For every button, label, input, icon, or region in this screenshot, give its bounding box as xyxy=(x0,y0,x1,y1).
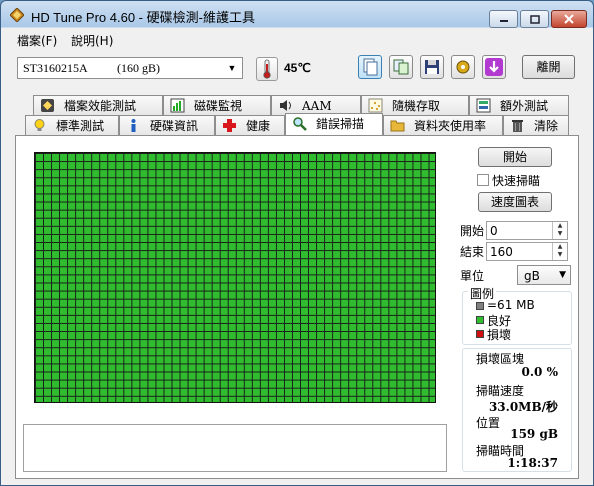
end-value: 160 xyxy=(490,245,513,259)
tab-label: 標準測試 xyxy=(56,119,105,133)
close-button[interactable] xyxy=(551,10,587,28)
scan-block-map xyxy=(34,152,436,403)
minimize-icon xyxy=(499,20,508,22)
close-icon xyxy=(564,14,574,24)
app-logo-icon xyxy=(10,8,24,22)
copy-screenshot-button[interactable] xyxy=(389,55,413,79)
chevron-down-icon: ▼ xyxy=(227,63,237,73)
good-swatch xyxy=(476,316,484,324)
tab-label: 檔案效能測試 xyxy=(64,99,137,113)
spin-arrows-icon[interactable]: ▲ ▼ xyxy=(552,243,567,260)
trash-icon xyxy=(512,120,523,132)
tab-label: 清除 xyxy=(534,119,559,133)
speed-map-button[interactable]: 速度圖表 xyxy=(478,192,552,212)
start-value: 0 xyxy=(490,224,498,238)
tab-disk-monitor[interactable]: 磁碟監視 xyxy=(163,95,271,115)
tab-error-scan[interactable]: 錯誤掃描 xyxy=(285,113,383,135)
tab-label: 錯誤掃描 xyxy=(316,117,365,131)
time-value: 1:18:37 xyxy=(507,456,558,470)
tab-health[interactable]: 健康 xyxy=(215,115,285,135)
lightbulb-icon xyxy=(34,119,45,131)
drive-select-value: ST3160215A (160 gB) xyxy=(23,61,161,75)
tab-label: 健康 xyxy=(246,119,271,133)
tab-folder-usage[interactable]: 資料夾使用率 xyxy=(383,115,503,135)
tab-label: 資料夾使用率 xyxy=(414,119,487,133)
random-access-icon xyxy=(368,98,383,113)
extra-tests-icon xyxy=(476,98,491,113)
legend-block-size: =61 MB xyxy=(487,298,535,312)
disk-monitor-icon xyxy=(170,98,185,113)
end-label: 結束 xyxy=(460,245,485,259)
chevron-down-icon: ▼ xyxy=(559,270,566,280)
unit-value: gB xyxy=(524,269,540,283)
save-button[interactable] xyxy=(420,55,444,79)
tab-random-access[interactable]: 隨機存取 xyxy=(361,95,469,115)
position-value: 159 gB xyxy=(510,427,558,441)
drive-select[interactable]: ST3160215A (160 gB) ▼ xyxy=(17,57,243,79)
start-label: 開始 xyxy=(460,224,485,238)
block-size-swatch xyxy=(476,302,484,310)
download-button[interactable] xyxy=(482,55,506,79)
maximize-icon xyxy=(529,14,540,24)
tab-aam[interactable]: AAM xyxy=(271,95,361,115)
legend-bad: 損壞 xyxy=(487,328,512,342)
app-window: HD Tune Pro 4.60 - 硬碟檢測-維護工具 檔案(F) 說明(H)… xyxy=(0,0,594,486)
speed-value: 33.0MB/秒 xyxy=(488,400,558,414)
maximize-button[interactable] xyxy=(520,10,549,28)
magnifier-icon xyxy=(293,117,307,131)
red-cross-icon xyxy=(223,119,236,132)
minimize-button[interactable] xyxy=(489,10,518,28)
copy-info-button[interactable] xyxy=(358,55,382,79)
start-scan-button[interactable]: 開始 xyxy=(478,147,552,167)
tab-label: 隨機存取 xyxy=(392,99,441,113)
exit-button[interactable]: 離開 xyxy=(522,55,575,79)
speaker-icon xyxy=(280,100,291,111)
spin-arrows-icon[interactable]: ▲ ▼ xyxy=(552,222,567,239)
download-arrow-icon xyxy=(485,58,503,76)
copy-icon xyxy=(363,58,378,76)
unit-select[interactable]: gB ▼ xyxy=(517,265,571,285)
tab-label: 額外測試 xyxy=(500,99,549,113)
folder-icon xyxy=(390,120,405,132)
menu-help[interactable]: 說明(H) xyxy=(71,32,113,49)
file-benchmark-icon xyxy=(41,99,54,112)
tab-label: 硬碟資訊 xyxy=(150,119,199,133)
quick-scan-label: 快速掃瞄 xyxy=(492,174,541,188)
toolbar: ST3160215A (160 gB) ▼ 45℃ 離開 xyxy=(1,49,593,93)
temperature-readout: 45℃ xyxy=(284,61,311,75)
menu-bar: 檔案(F) 說明(H) xyxy=(1,29,593,49)
speed-label: 掃瞄速度 xyxy=(476,384,525,398)
end-spinbox[interactable]: 160 ▲ ▼ xyxy=(486,242,568,261)
tab-erase[interactable]: 清除 xyxy=(503,115,569,135)
tab-file-benchmark[interactable]: 檔案效能測試 xyxy=(33,95,163,115)
tab-benchmark[interactable]: 標準測試 xyxy=(25,115,119,135)
screenshot-icon xyxy=(393,59,409,75)
tools-icon xyxy=(456,60,470,74)
title-bar[interactable]: HD Tune Pro 4.60 - 硬碟檢測-維護工具 xyxy=(1,1,593,29)
window-title: HD Tune Pro 4.60 - 硬碟檢測-維護工具 xyxy=(31,10,255,25)
damaged-value: 0.0 % xyxy=(521,365,558,379)
info-icon xyxy=(131,119,136,132)
quick-scan-checkbox[interactable] xyxy=(477,174,489,186)
bad-swatch xyxy=(476,330,484,338)
thermometer-icon xyxy=(256,57,278,81)
options-button[interactable] xyxy=(451,55,475,79)
tab-label: 磁碟監視 xyxy=(194,99,243,113)
scan-log-box xyxy=(23,424,447,472)
menu-file[interactable]: 檔案(F) xyxy=(17,32,57,49)
tab-extra-tests[interactable]: 額外測試 xyxy=(469,95,569,115)
start-spinbox[interactable]: 0 ▲ ▼ xyxy=(486,221,568,240)
tab-drive-info[interactable]: 硬碟資訊 xyxy=(119,115,215,135)
unit-label: 單位 xyxy=(460,269,485,283)
floppy-disk-icon xyxy=(425,60,439,74)
